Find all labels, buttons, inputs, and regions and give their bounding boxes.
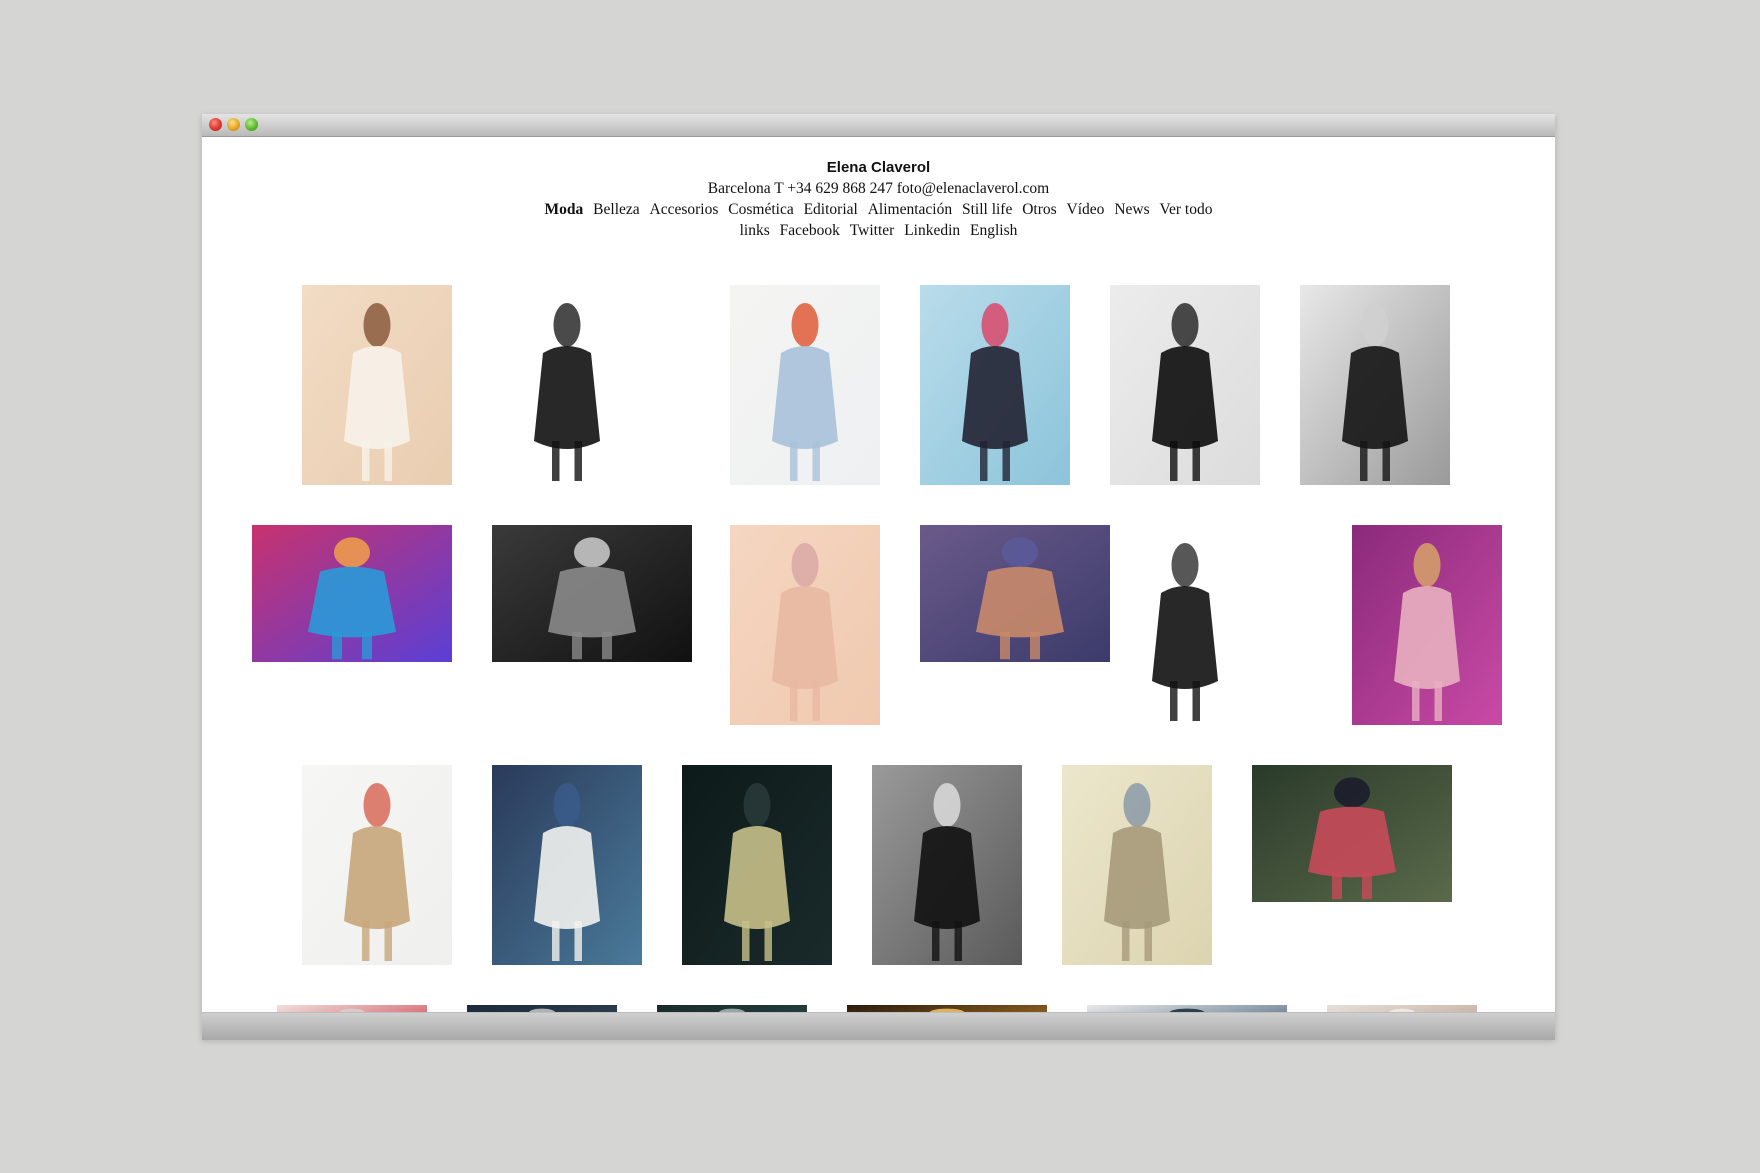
photo-bw-lace-mask[interactable]: [1300, 285, 1450, 485]
photo-image: [1252, 765, 1452, 902]
photo-blonde-lace-peach[interactable]: [730, 525, 880, 725]
window-titlebar: [202, 114, 1555, 137]
photo-image: [302, 765, 452, 965]
nav-link-moda[interactable]: Moda: [545, 201, 584, 218]
photo-image: [1110, 285, 1260, 485]
photo-image: [682, 765, 832, 965]
site-header: Elena Claverol Barcelona T +34 629 868 2…: [202, 157, 1555, 241]
photo-image: [252, 525, 452, 662]
photo-illustration-black-dress[interactable]: [1110, 525, 1260, 725]
photo-image: [1352, 525, 1502, 725]
photo-cage-dress-room[interactable]: [1062, 765, 1212, 965]
photo-sparkle-partial[interactable]: [847, 1005, 1047, 1012]
photo-image: [1087, 1005, 1287, 1012]
browser-window: Elena Claverol Barcelona T +34 629 868 2…: [202, 114, 1555, 1040]
photo-image: [920, 285, 1070, 485]
nav-link-video[interactable]: Vídeo: [1067, 201, 1105, 218]
nav-row-1: Moda Belleza Accesorios Cosmética Editor…: [202, 199, 1555, 220]
photo-model-garden-flowers[interactable]: [1252, 765, 1452, 902]
photo-image: [467, 1005, 617, 1012]
minimize-button[interactable]: [227, 118, 240, 131]
contact-info: Barcelona T +34 629 868 247 foto@elenacl…: [707, 180, 1050, 197]
photo-image: [847, 1005, 1047, 1012]
close-button[interactable]: [209, 118, 222, 131]
nav-link-ver-todo[interactable]: Ver todo: [1160, 201, 1213, 218]
photo-image: [872, 765, 1022, 965]
nav-link-facebook[interactable]: Facebook: [780, 222, 840, 239]
photo-bw-black-dress-door[interactable]: [872, 765, 1022, 965]
photo-blue-partial[interactable]: [1087, 1005, 1287, 1012]
nav-link-editorial[interactable]: Editorial: [804, 201, 858, 218]
site-title[interactable]: Elena Claverol: [202, 157, 1555, 178]
photo-model-white-jacket-handbag[interactable]: [302, 285, 452, 485]
photo-image: [1327, 1005, 1477, 1012]
photo-image: [730, 285, 880, 485]
nav-link-linkedin[interactable]: Linkedin: [904, 222, 960, 239]
nav-link-accesorios[interactable]: Accesorios: [650, 201, 719, 218]
photo-colorful-portrait[interactable]: [252, 525, 452, 662]
nav-link-english[interactable]: English: [970, 222, 1017, 239]
photo-image: [302, 285, 452, 485]
window-bottom-bar: [202, 1012, 1555, 1040]
photo-image: [920, 525, 1120, 662]
nav-link-news[interactable]: News: [1114, 201, 1149, 218]
photo-image: [1300, 285, 1450, 485]
photo-model-hat-white-dress[interactable]: [492, 765, 642, 965]
photo-bw-model-wild-hair[interactable]: [492, 285, 642, 485]
photo-model-sofa-purple[interactable]: [920, 525, 1120, 662]
photo-model-jeans-green-line[interactable]: [730, 285, 880, 485]
page-content: Elena Claverol Barcelona T +34 629 868 2…: [202, 137, 1555, 1012]
photo-bw-cafe[interactable]: [492, 525, 692, 662]
nav-link-belleza[interactable]: Belleza: [593, 201, 639, 218]
photo-dark-partial-2[interactable]: [657, 1005, 807, 1012]
photo-red-hair-partial[interactable]: [277, 1005, 427, 1012]
photo-dark-curly-hair[interactable]: [682, 765, 832, 965]
photo-dark-partial-1[interactable]: [467, 1005, 617, 1012]
nav-link-cosmetica[interactable]: Cosmética: [728, 201, 793, 218]
photo-image: [492, 285, 642, 485]
photo-pink-pattern-gown[interactable]: [1352, 525, 1502, 725]
photo-portrait-partial[interactable]: [1327, 1005, 1477, 1012]
nav-link-twitter[interactable]: Twitter: [850, 222, 895, 239]
photo-model-polka-dot-makeup[interactable]: [920, 285, 1070, 485]
nav-link-alimentacion[interactable]: Alimentación: [868, 201, 952, 218]
nav-link-otros[interactable]: Otros: [1022, 201, 1056, 218]
photo-model-necklace-floral[interactable]: [302, 765, 452, 965]
photo-image: [277, 1005, 427, 1012]
photo-image: [730, 525, 880, 725]
photo-image: [1110, 525, 1260, 725]
nav-link-still-life[interactable]: Still life: [962, 201, 1012, 218]
photo-model-black-dress-grey[interactable]: [1110, 285, 1260, 485]
photo-image: [492, 525, 692, 662]
nav-row-2: links Facebook Twitter Linkedin English: [202, 220, 1555, 241]
photo-image: [1062, 765, 1212, 965]
photo-image: [492, 765, 642, 965]
photo-image: [657, 1005, 807, 1012]
nav-link-links[interactable]: links: [740, 222, 770, 239]
zoom-button[interactable]: [245, 118, 258, 131]
